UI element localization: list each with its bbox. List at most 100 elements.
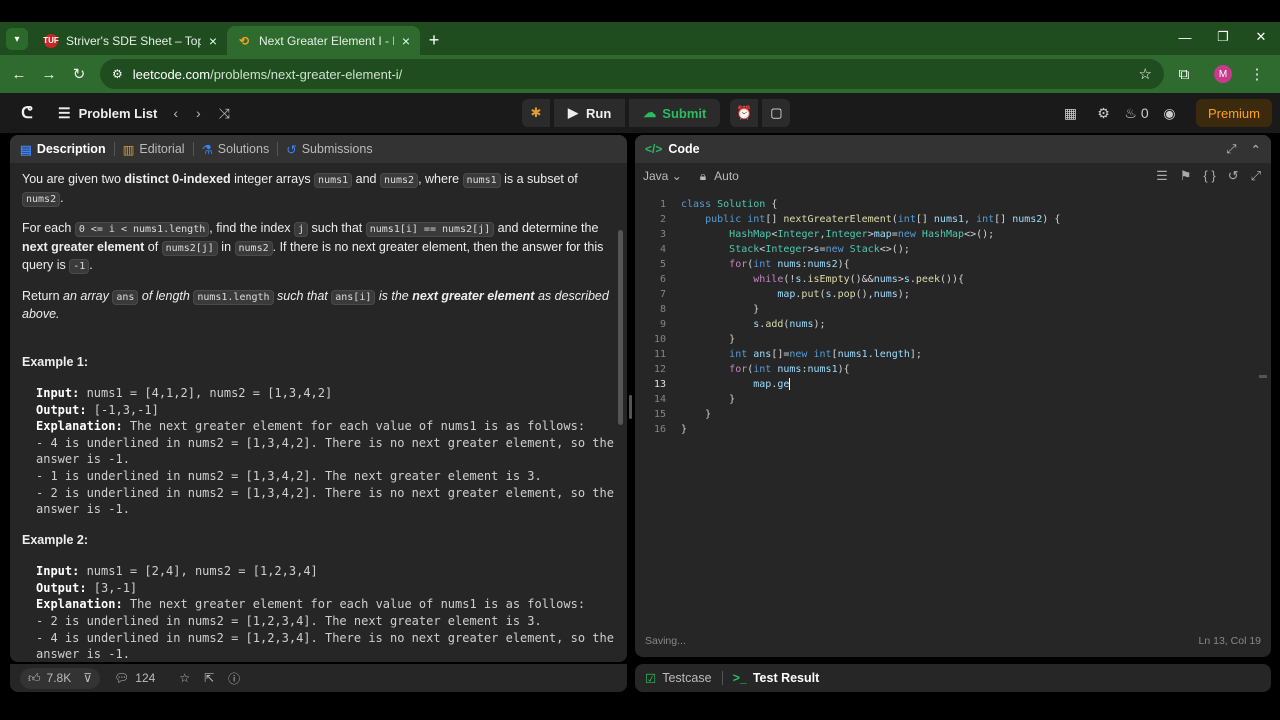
tab-description[interactable]: ▤ Description [20,142,106,157]
text-caret [789,378,791,390]
code-line: 12 for(int nums:nums1){ [653,364,850,375]
tab-testcase[interactable]: ☑ Testcase [645,671,712,686]
profile-avatar[interactable]: M [1214,65,1232,83]
help-question-icon[interactable]: ⓘ [228,670,240,687]
description-paragraph-2: For each 0 <= i < nums1.length, find the… [22,221,604,274]
streak-flame-icon[interactable]: ♨ 0 [1120,105,1153,122]
code-line: 9 s.add(nums); [659,319,826,330]
problem-list-button[interactable]: ☰ Problem List [58,105,157,122]
settings-gear-icon[interactable]: ⚙ [1087,105,1120,122]
reload-icon[interactable]: ↻ [64,65,94,83]
description-tabs: ▤ Description ▥ Editorial ⚗ Solutions ↺ … [10,135,627,163]
tab-search-dropdown-icon[interactable]: ▾ [6,28,28,50]
prev-problem-icon[interactable]: ‹ [173,105,178,122]
checkbox-icon: ☑ [645,671,657,686]
run-button[interactable]: ▶ Run [554,99,626,127]
next-problem-icon[interactable]: › [196,105,201,122]
favorite-star-icon[interactable]: ☆ [179,671,190,685]
problem-list-label: Problem List [78,105,158,121]
share-icon[interactable]: ⇱ [204,671,214,685]
code-panel-title: Code [668,142,700,156]
reset-undo-icon[interactable]: ↺ [1228,168,1239,184]
close-window-icon[interactable]: ✕ [1242,22,1280,52]
tab-title: Next Greater Element I - LeetCo [259,33,394,48]
code-line: 15 } [653,409,712,420]
format-icon[interactable]: ☰ [1156,168,1168,184]
tab-divider [721,671,723,685]
tab-solutions[interactable]: ⚗ Solutions [202,142,270,157]
streak-count: 0 [1140,104,1149,121]
run-submit-group: ✱ ▶ Run ☁ Submit ⏰ ▢ [522,99,791,127]
bookmark-icon[interactable]: ⚑ [1180,168,1192,184]
maximize-icon[interactable]: ⤢ [1227,142,1237,157]
play-icon: ▶ [568,105,578,120]
browser-tab-striver[interactable]: TUF Striver's SDE Sheet – Top Codin × [34,26,227,55]
fullscreen-icon[interactable]: ⤢ [1251,168,1261,184]
header-right-tools: ▦ ⚙ ♨ 0 ◉ Premium [1054,99,1272,127]
extensions-puzzle-icon[interactable]: ⧉ [1164,66,1204,83]
site-info-icon[interactable]: ⚙ [112,67,123,81]
thumbs-down-icon[interactable]: ⊽ [83,671,92,685]
code-line: 11 int ans[]=new int[nums1.length]; [653,349,922,360]
problem-nav: ‹ › ⤨ [173,105,230,122]
code-line: 8 } [659,304,760,315]
new-tab-plus-icon[interactable]: + [420,26,448,55]
screen-top-strip [0,0,1280,22]
testcase-label: Testcase [662,671,712,685]
premium-button[interactable]: Premium [1195,99,1272,127]
browser-tab-leetcode[interactable]: ⟲ Next Greater Element I - LeetCo × [227,26,420,55]
close-tab-icon[interactable]: × [209,33,217,49]
code-line: 4 Stack<Integer>s=new Stack<>(); [659,244,910,255]
url-host: leetcode.com [132,66,211,82]
tab-divider [192,142,194,156]
language-select[interactable]: Java ⌄ [643,169,682,183]
submit-label: Submit [662,105,707,121]
user-avatar[interactable]: ◉ [1153,105,1186,122]
random-problem-shuffle-icon[interactable]: ⤨ [219,105,230,122]
tab-test-result[interactable]: >_ Test Result [733,671,820,685]
browser-tab-bar: ▾ TUF Striver's SDE Sheet – Top Codin × … [0,22,1280,55]
address-bar-row: ← → ↻ ⚙ leetcode.com/problems/next-great… [0,55,1280,93]
tab-editorial[interactable]: ▥ Editorial [123,142,185,157]
panel-resize-handle[interactable] [629,395,632,419]
tab-label: Editorial [139,142,185,156]
layout-grid-icon[interactable]: ▦ [1054,105,1087,122]
example-2-block: Input: nums1 = [2,4], nums2 = [1,2,3,4] … [36,564,614,662]
forward-arrow-icon[interactable]: → [34,66,64,83]
description-scrollbar[interactable] [618,230,623,425]
code-line: 10 } [653,334,736,345]
browser-menu-icon[interactable]: ⋮ [1242,65,1272,83]
leetcode-logo-icon[interactable]: ᕦ [18,104,36,122]
collapse-chevron-icon[interactable]: ⌃ [1251,142,1261,157]
url-path: /problems/next-greater-element-i/ [210,66,403,82]
example-1-block: Input: nums1 = [4,1,2], nums2 = [1,3,4,2… [36,386,614,517]
description-panel: ▤ Description ▥ Editorial ⚗ Solutions ↺ … [10,135,627,662]
code-line: 16} [653,424,688,435]
save-status: Saving... [645,635,686,647]
close-tab-icon[interactable]: × [402,33,410,49]
submit-button[interactable]: ☁ Submit [629,99,721,127]
timer-alarm-icon[interactable]: ⏰ [730,99,759,127]
history-icon: ↺ [286,142,297,157]
notes-icon[interactable]: ▢ [762,99,791,127]
back-arrow-icon[interactable]: ← [4,66,34,83]
restore-icon[interactable]: ❐ [1204,22,1242,52]
braces-icon[interactable]: { } [1203,168,1215,184]
url-omnibox[interactable]: ⚙ leetcode.com/problems/next-greater-ele… [100,59,1164,89]
comments-button[interactable]: 💬︎ 124 [114,671,155,685]
bookmark-star-icon[interactable]: ☆ [1139,65,1152,83]
tab-label: Description [36,142,106,156]
code-editor[interactable]: 1 class Solution { 2 public int[] nextGre… [635,197,1271,637]
code-panel: </> Code ⤢ ⌃ Java ⌄ 🔒︎ Auto ☰ ⚑ { } ↺ ⤢ … [635,135,1271,657]
description-paragraph-1: You are given two distinct 0-indexed int… [22,172,578,207]
code-line: 1 class Solution { [659,199,778,210]
minimize-icon[interactable]: — [1166,22,1204,52]
leetcode-header: ᕦ ☰ Problem List ‹ › ⤨ ✱ ▶ Run ☁ Submit … [0,93,1280,133]
like-button[interactable]: 👍︎ 7.8K ⊽ [20,667,101,689]
tab-submissions[interactable]: ↺ Submissions [286,142,372,157]
code-line: 14 } [653,394,736,405]
editor-scrollbar[interactable] [1259,375,1267,378]
autosave-label: Auto [714,169,739,183]
tab-label: Solutions [217,142,270,156]
debug-bug-icon[interactable]: ✱ [522,99,550,127]
